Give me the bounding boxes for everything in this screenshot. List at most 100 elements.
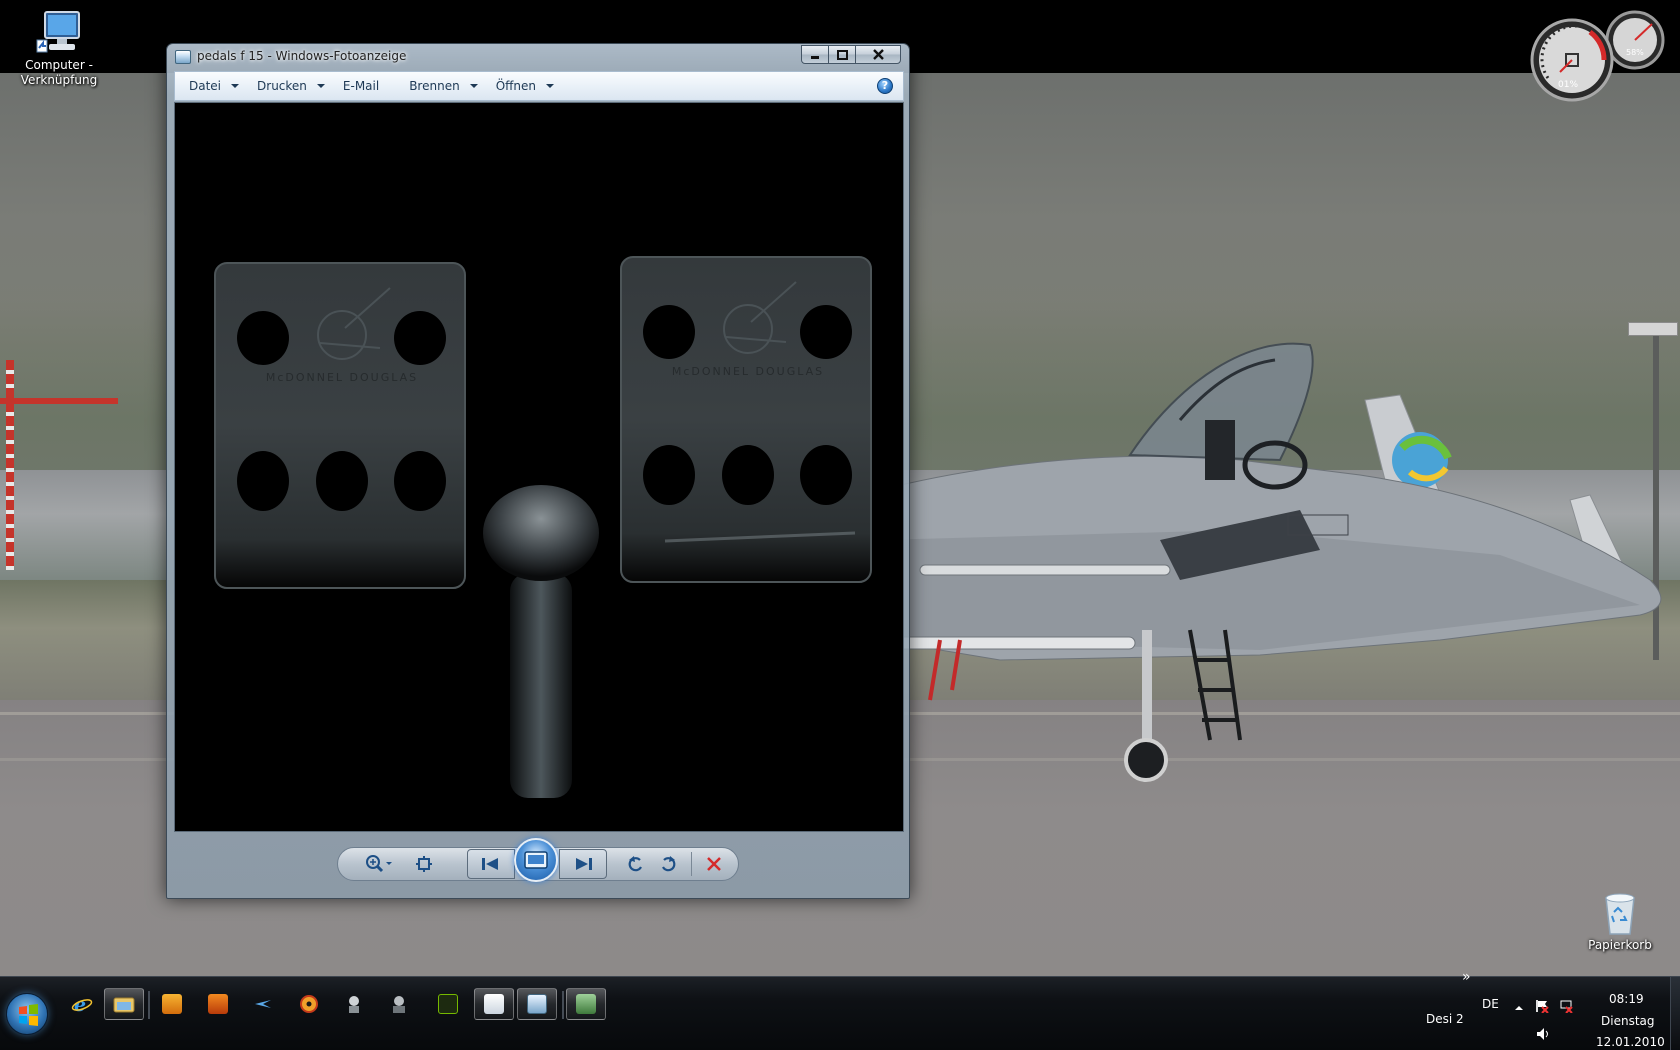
show-desktop-button[interactable] [1670, 977, 1680, 1050]
menu-oeffnen[interactable]: Öffnen [488, 75, 562, 97]
floodlight-head [1628, 322, 1678, 336]
viewer-menu-bar: Datei Drucken E-Mail Brennen Öffnen ? [174, 71, 904, 101]
taskbar-game-two[interactable] [379, 988, 419, 1020]
photo-viewer-icon [527, 994, 547, 1014]
desktop-icon-label: Verknüpfung [20, 73, 98, 87]
close-button[interactable] [855, 45, 901, 64]
taskbar-flight-sim[interactable] [243, 988, 283, 1020]
folder-icon [113, 997, 135, 1013]
disc-icon [300, 995, 318, 1013]
slideshow-icon [524, 851, 548, 869]
taskbar-internet-explorer[interactable]: e [62, 988, 102, 1020]
monitor-icon [576, 994, 596, 1014]
desktop-icon-recycle-bin[interactable]: Papierkorb [1572, 890, 1668, 953]
internet-explorer-icon: e [71, 994, 93, 1015]
taskbar: e » Desi 2 DE 08:19 Dienstag 12.01.2010 [0, 969, 1680, 1050]
clock-date[interactable]: 12.01.2010 [1596, 1035, 1665, 1049]
menu-brennen[interactable]: Brennen [401, 75, 485, 97]
windows-logo-icon [19, 1004, 38, 1026]
minimize-icon [811, 55, 819, 59]
close-icon [872, 49, 884, 60]
help-button[interactable]: ? [877, 78, 893, 94]
minimize-button[interactable] [801, 45, 829, 64]
photo-viewer-window[interactable]: pedals f 15 - Windows-Fotoanzeige Datei … [166, 43, 910, 899]
taskbar-flight-app[interactable] [198, 988, 238, 1020]
delete-button[interactable] [697, 848, 731, 880]
media-player-icon [162, 994, 182, 1014]
delete-icon [707, 857, 721, 871]
desktop-icon-label: Computer - [25, 58, 93, 72]
right-pedal-logo-text: McDONNEL DOUGLAS [672, 365, 824, 378]
menu-e-mail[interactable]: E-Mail [335, 75, 387, 97]
photo-viewer-app-icon [175, 50, 191, 64]
help-icon: ? [881, 79, 889, 92]
viewer-control-bar [167, 836, 909, 898]
taskbar-nvidia[interactable] [428, 988, 468, 1020]
desktop-icon-computer[interactable]: Computer - Verknüpfung [11, 10, 107, 88]
previous-button[interactable] [467, 849, 515, 879]
recycle-bin-icon [1605, 893, 1635, 935]
gauge-icon [1530, 10, 1665, 102]
next-icon [576, 858, 592, 870]
start-button[interactable] [6, 993, 48, 1035]
maximize-button[interactable] [828, 45, 856, 64]
clock-day[interactable]: Dienstag [1601, 1014, 1655, 1028]
toolbar-overflow-button[interactable]: » [1462, 969, 1471, 985]
slideshow-button[interactable] [514, 838, 558, 882]
chevron-down-icon [546, 84, 554, 88]
nvidia-icon [438, 994, 458, 1014]
taskbar-burner[interactable] [289, 988, 329, 1020]
airplane-icon [255, 1000, 271, 1008]
fit-icon [416, 856, 432, 872]
rotate-counterclockwise-button[interactable] [619, 848, 651, 880]
rotate-clockwise-button[interactable] [653, 848, 685, 880]
rotate-ccw-icon [628, 856, 642, 872]
window-title-bar[interactable]: pedals f 15 - Windows-Fotoanzeige [167, 44, 909, 70]
control-divider [691, 852, 692, 876]
fit-to-window-button[interactable] [407, 848, 441, 880]
pedals-texture-image: McDONNEL DOUGLAS McDONNEL DOUGLAS [214, 256, 872, 798]
right-pedal: McDONNEL DOUGLAS [620, 256, 872, 583]
taskbar-media-player[interactable] [152, 988, 192, 1020]
menu-label: Öffnen [495, 79, 536, 93]
action-center-icon[interactable] [1535, 999, 1549, 1013]
taskbar-photo-viewer[interactable] [517, 988, 557, 1020]
next-button[interactable] [559, 849, 607, 879]
soldier-icon [349, 996, 359, 1013]
desktop-icon-label: Papierkorb [1588, 938, 1652, 952]
previous-icon [482, 858, 498, 870]
volume-icon[interactable] [1536, 1027, 1550, 1041]
taskbar-notes[interactable] [474, 988, 514, 1020]
control-stick [483, 485, 599, 798]
language-indicator[interactable]: DE [1482, 997, 1499, 1011]
chevron-down-icon [231, 84, 240, 88]
taskbar-remote-desktop[interactable] [566, 988, 606, 1020]
notepad-icon [484, 994, 504, 1014]
cpu-meter-gadget[interactable]: 01% 58% [1530, 10, 1670, 105]
network-icon[interactable] [1559, 999, 1573, 1013]
jet-illustration [880, 342, 1662, 782]
window-title: pedals f 15 - Windows-Fotoanzeige [197, 49, 407, 63]
show-hidden-icons-icon[interactable] [1512, 1001, 1526, 1015]
crane-arm [0, 398, 118, 404]
displayed-photo: McDONNEL DOUGLAS McDONNEL DOUGLAS [174, 102, 904, 832]
zoom-icon [366, 855, 392, 873]
toolbar-desi-2[interactable]: Desi 2 [1426, 1012, 1464, 1026]
menu-label: Brennen [409, 79, 460, 93]
menu-label: Datei [189, 79, 222, 93]
left-pedal: McDONNEL DOUGLAS [214, 262, 466, 589]
chevron-down-icon [316, 84, 325, 88]
clock-time[interactable]: 08:19 [1609, 992, 1644, 1006]
menu-label: E-Mail [342, 79, 380, 93]
menu-datei[interactable]: Datei [181, 75, 247, 97]
cpu-percent: 01% [1558, 80, 1579, 90]
menu-label: Drucken [257, 79, 307, 93]
taskbar-game-one[interactable] [334, 988, 374, 1020]
menu-drucken[interactable]: Drucken [249, 75, 333, 97]
rotate-cw-icon [662, 856, 676, 872]
flash-icon [208, 994, 228, 1014]
taskbar-divider [562, 991, 564, 1019]
zoom-button[interactable] [357, 848, 401, 880]
maximize-icon [836, 49, 848, 60]
taskbar-explorer[interactable] [104, 988, 144, 1020]
